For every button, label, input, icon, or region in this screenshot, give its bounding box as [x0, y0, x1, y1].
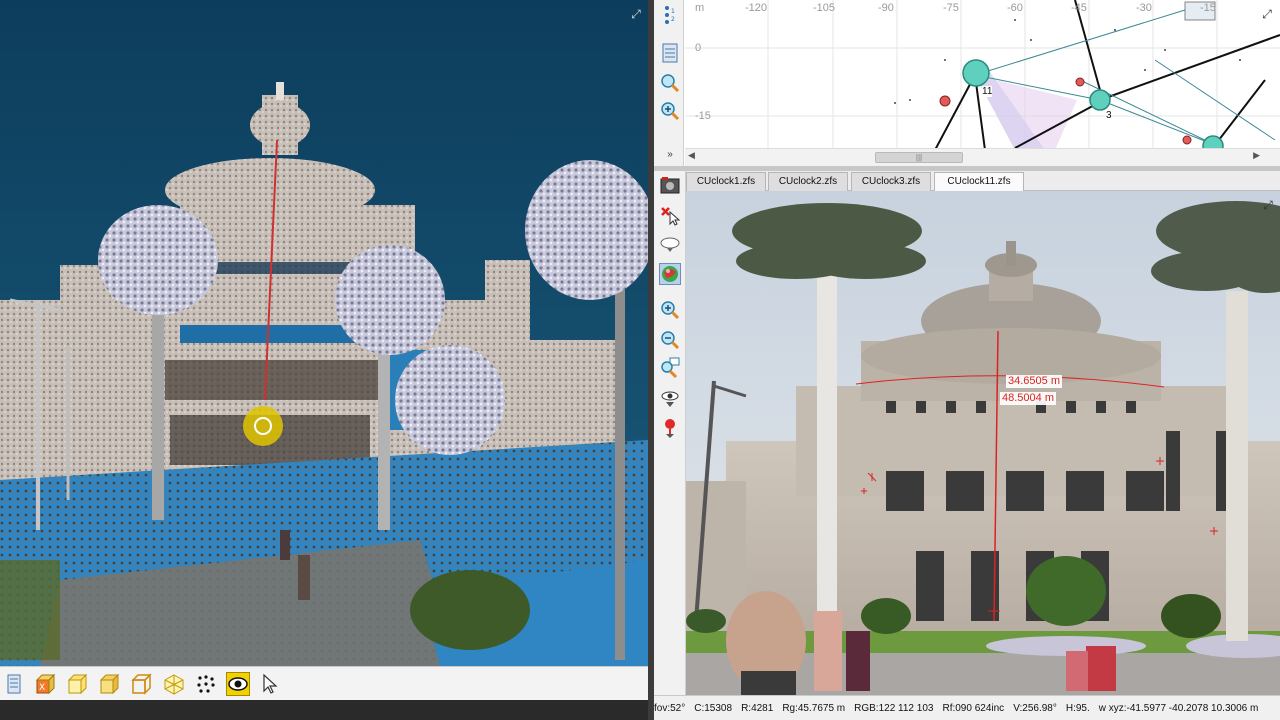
status-bar: fov:52° C:15308 R:4281 Rg:45.7675 m RGB:…: [654, 695, 1280, 720]
horizontal-scrollbar[interactable]: ◀ ||| ▶: [685, 148, 1280, 166]
panorama-photo-render: [686, 191, 1280, 695]
plan-view-panel: 12 » m -120 -105 -90 -75 -60 -45 -30 -15…: [654, 0, 1280, 166]
point-cloud-viewport[interactable]: ⤢: [0, 0, 648, 666]
svg-text:2: 2: [671, 16, 675, 23]
image-tab-bar: CUclock1.zfs CUclock2.zfs CUclock3.zfs C…: [686, 171, 1280, 191]
maximize-icon[interactable]: ⤢: [628, 6, 644, 22]
axis-x-tick: -105: [813, 2, 836, 14]
plan-view-canvas[interactable]: m -120 -105 -90 -75 -60 -45 -30 -15 0 -1…: [685, 0, 1280, 148]
maximize-icon[interactable]: ⤢: [1260, 197, 1276, 213]
axis-y-tick: -15: [695, 110, 711, 122]
plan-view-drawing: [685, 0, 1280, 148]
status-fov: fov:52°: [654, 702, 686, 714]
axis-x-tick: -30: [1136, 2, 1152, 14]
zoom-home-icon[interactable]: [659, 72, 681, 94]
status-vertical-angle: V:256.98°: [1013, 702, 1057, 714]
status-column: C:15308: [694, 702, 733, 714]
axis-x-tick: -15: [1200, 2, 1216, 14]
svg-text:1: 1: [671, 8, 675, 15]
tab-cuclock2[interactable]: CUclock2.zfs: [768, 172, 848, 191]
cube-wire-icon[interactable]: [130, 672, 154, 696]
photo-view-panel: CUclock1.zfs CUclock2.zfs CUclock3.zfs C…: [654, 171, 1280, 720]
point-cloud-toolbar: X: [0, 666, 648, 700]
close-cursor-icon[interactable]: [659, 205, 681, 227]
cube-x-icon[interactable]: X: [34, 672, 58, 696]
cloud-icon[interactable]: [659, 233, 681, 255]
eye-icon[interactable]: [226, 671, 250, 696]
tab-cuclock1[interactable]: CUclock1.zfs: [686, 172, 766, 191]
chevron-down-icon[interactable]: »: [659, 146, 681, 162]
zoom-plus-icon[interactable]: [659, 100, 681, 122]
cube-iso-icon[interactable]: [162, 672, 186, 696]
zoom-out-icon[interactable]: [659, 329, 681, 351]
pin-icon[interactable]: [659, 417, 681, 439]
scrollbar-thumb[interactable]: |||: [875, 152, 963, 163]
svg-text:X: X: [39, 683, 45, 693]
status-horizontal-angle: H:95.: [1065, 702, 1090, 714]
hierarchy-icon[interactable]: 12: [659, 4, 681, 26]
point-cloud-render: [0, 82, 648, 666]
axis-x-tick: -60: [1007, 2, 1023, 14]
points-icon[interactable]: [194, 672, 218, 696]
sphere-icon[interactable]: [659, 263, 681, 285]
axis-x-tick: -45: [1071, 2, 1087, 14]
zoom-window-icon[interactable]: [659, 357, 681, 379]
panorama-photo[interactable]: 34.6505 m 48.5004 m ⤢: [686, 191, 1280, 695]
station-label: 3: [1106, 110, 1112, 121]
zoom-in-icon[interactable]: [659, 299, 681, 321]
photo-icon[interactable]: [659, 175, 681, 197]
status-world-xyz: w xyz:-41.5977 -40.2078 10.3006 m: [1098, 702, 1259, 714]
photo-view-sidebar: [654, 171, 686, 720]
scroll-left-icon[interactable]: ◀: [688, 150, 695, 161]
layers-icon[interactable]: [2, 672, 26, 696]
scroll-right-icon[interactable]: ▶: [1253, 150, 1260, 161]
status-row: R:4281: [741, 702, 774, 714]
cursor-icon[interactable]: [258, 672, 282, 696]
list-icon[interactable]: [659, 42, 681, 64]
axis-x-tick: -75: [943, 2, 959, 14]
axis-y-tick: 0: [695, 42, 702, 54]
station-label: 11: [982, 86, 993, 97]
status-range: Rg:45.7675 m: [782, 702, 846, 714]
left-bottom-bar: [0, 700, 650, 720]
measurement-label: 48.5004 m: [1000, 392, 1056, 405]
axis-x-tick: -120: [745, 2, 768, 14]
maximize-icon[interactable]: ⤢: [1259, 6, 1275, 22]
axis-x-tick: -90: [878, 2, 894, 14]
measurement-label: 34.6505 m: [1006, 375, 1062, 388]
tab-cuclock3[interactable]: CUclock3.zfs: [851, 172, 931, 191]
plan-view-sidebar: 12 »: [654, 0, 684, 166]
cube-outline-icon[interactable]: [66, 672, 90, 696]
status-rgb: RGB:122 112 103: [854, 702, 934, 714]
axis-unit-label: m: [695, 2, 705, 14]
cube-face-icon[interactable]: [98, 672, 122, 696]
tab-cuclock11[interactable]: CUclock11.zfs: [934, 172, 1024, 191]
status-reflectance: Rf:090 624inc: [942, 702, 1005, 714]
view-eye-icon[interactable]: [659, 389, 681, 411]
